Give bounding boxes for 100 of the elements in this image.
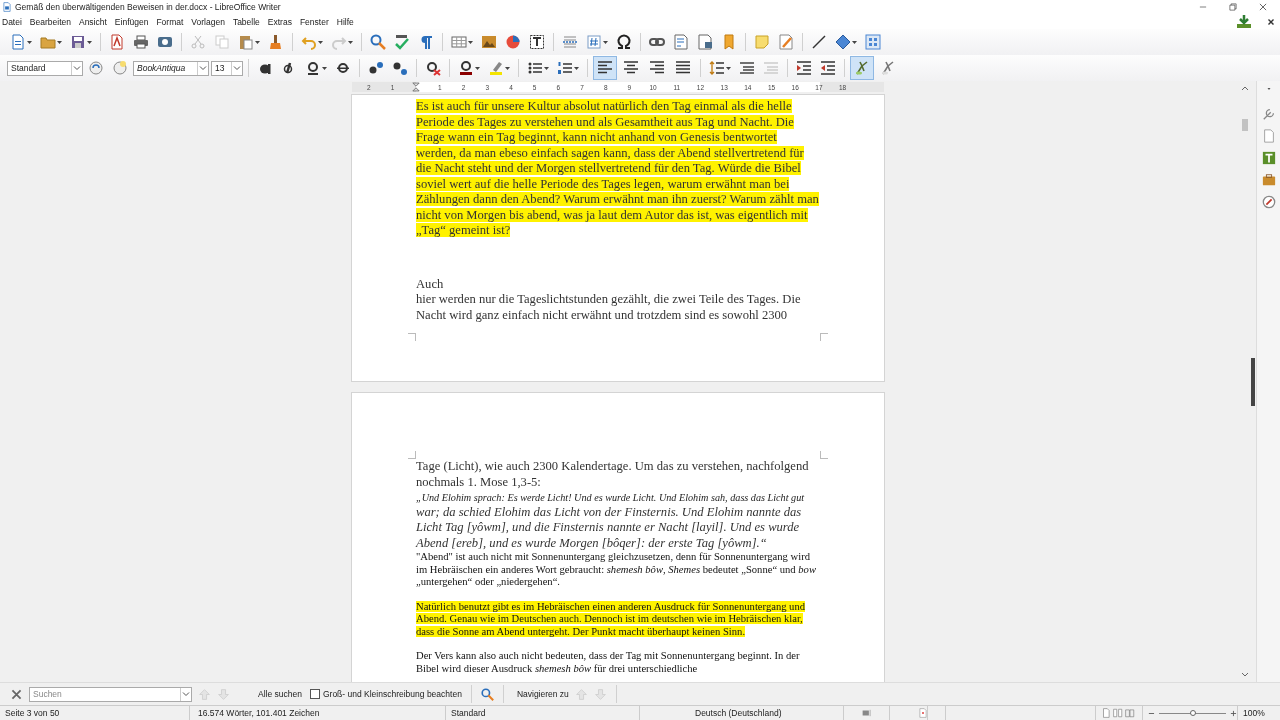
line-spacing-icon[interactable] bbox=[709, 60, 725, 76]
pdf-export-icon[interactable] bbox=[109, 34, 125, 50]
sidebar-handle[interactable] bbox=[1251, 357, 1255, 406]
pilcrow-icon[interactable] bbox=[418, 34, 434, 50]
clear-formatting-icon[interactable] bbox=[425, 60, 441, 76]
endnote-icon[interactable] bbox=[697, 34, 713, 50]
selection-mode-icon[interactable] bbox=[861, 708, 872, 718]
align-center-icon[interactable] bbox=[623, 60, 639, 76]
align-left-icon[interactable] bbox=[597, 60, 613, 76]
margin-corner-mark bbox=[820, 451, 828, 459]
word-count[interactable]: 16.574 Wörter, 101.401 Zeichen bbox=[190, 706, 446, 720]
bookmark-icon[interactable] bbox=[721, 34, 737, 50]
restore-icon[interactable] bbox=[1228, 2, 1238, 12]
caret-icon[interactable] bbox=[57, 40, 62, 44]
paragraph-spacing-icon[interactable] bbox=[739, 60, 755, 76]
align-right-icon[interactable] bbox=[649, 60, 665, 76]
pie-chart-icon[interactable] bbox=[505, 34, 521, 50]
shapes-grid-icon[interactable] bbox=[865, 34, 881, 50]
zoom-level[interactable]: 100% bbox=[1238, 706, 1280, 720]
wrench-icon[interactable] bbox=[1261, 107, 1276, 121]
scroll-down-icon[interactable] bbox=[1241, 672, 1249, 678]
caret-icon[interactable] bbox=[726, 66, 731, 70]
find-all-button[interactable]: Alle suchen bbox=[256, 687, 304, 701]
font-name-dropdown[interactable]: BookAntiqua bbox=[133, 60, 209, 76]
line-icon[interactable] bbox=[811, 34, 827, 50]
caret-icon[interactable] bbox=[475, 66, 480, 70]
compass-icon[interactable] bbox=[1261, 195, 1276, 209]
printer-icon[interactable] bbox=[133, 34, 149, 50]
menu-item[interactable]: Hilfe bbox=[336, 16, 354, 27]
pen-icon[interactable] bbox=[854, 60, 870, 76]
menu-item[interactable]: Format bbox=[156, 16, 184, 27]
pen-icon[interactable] bbox=[880, 60, 896, 76]
clipboard-icon[interactable] bbox=[238, 34, 254, 50]
omega-icon[interactable] bbox=[616, 34, 632, 50]
paragraph: "Abend" ist auch nicht mit Sonnenuntergang gleichzusetzen, denn für Sonnenuntergang wird im Hebräischen ein anderes Wort gebraucht: shemesh bôw, Shemes bedeutet „Sonne“ und bow „untergehen“ oder „niedergehen“. bbox=[416, 551, 817, 589]
save-icon[interactable] bbox=[70, 34, 86, 50]
window-title: Gemäß den überwältigenden Beweisen in der.docx - LibreOffice Writer bbox=[15, 2, 281, 12]
track-changes-icon[interactable] bbox=[778, 34, 794, 50]
caret-icon[interactable] bbox=[27, 40, 32, 44]
font-color-icon[interactable] bbox=[458, 60, 474, 76]
caret-icon[interactable] bbox=[603, 40, 608, 44]
caret-icon[interactable] bbox=[505, 66, 510, 70]
menu-item[interactable]: Vorlagen bbox=[191, 16, 225, 27]
checkbox[interactable] bbox=[309, 689, 320, 699]
paintbrush-icon[interactable] bbox=[268, 34, 284, 50]
bullet-list-icon[interactable] bbox=[527, 60, 543, 76]
caret-icon[interactable] bbox=[468, 40, 473, 44]
search-combo[interactable]: Suchen bbox=[29, 686, 192, 702]
field-icon[interactable] bbox=[586, 34, 602, 50]
scroll-up-icon[interactable] bbox=[1241, 85, 1249, 91]
gallery-icon[interactable] bbox=[1261, 173, 1276, 187]
navigate-label: Navigieren zu bbox=[516, 689, 569, 699]
page-count[interactable]: Seite 3 von 50 bbox=[0, 706, 190, 720]
menu-item[interactable]: Datei bbox=[2, 16, 22, 27]
text-box-icon[interactable] bbox=[529, 34, 545, 50]
menu-item[interactable]: Extras bbox=[267, 16, 292, 27]
find-replace-icon[interactable] bbox=[370, 34, 386, 50]
justify-icon[interactable] bbox=[675, 60, 691, 76]
document-modified-icon[interactable] bbox=[918, 708, 928, 718]
footnote-icon[interactable] bbox=[673, 34, 689, 50]
language[interactable]: Deutsch (Deutschland) bbox=[640, 706, 844, 720]
scrollbar-thumb[interactable] bbox=[1242, 119, 1248, 131]
caret-icon[interactable] bbox=[322, 66, 327, 70]
indent-decrease-icon[interactable] bbox=[820, 60, 836, 76]
paragraph-style-dropdown[interactable]: Standard bbox=[7, 60, 83, 76]
image-icon[interactable] bbox=[481, 34, 497, 50]
indent-increase-icon[interactable] bbox=[796, 60, 812, 76]
numbered-list-icon[interactable] bbox=[557, 60, 573, 76]
page-break-icon[interactable] bbox=[562, 34, 578, 50]
spellcheck-icon[interactable] bbox=[394, 34, 410, 50]
indent-marker-icon[interactable] bbox=[412, 82, 421, 92]
close-icon[interactable] bbox=[1266, 16, 1276, 27]
page-style[interactable]: Standard bbox=[446, 706, 640, 720]
paragraph: war; da schied Elohim das Licht von der Finsternis. Und Elohim nannte das Licht Tag [yôwm], und die Finsternis nannte er Nacht [layil]. Und es wurde Abend [ereb], und es wurde Morgen [bôqer]: der erste Tag [yôwm].“ bbox=[416, 504, 803, 551]
caret-icon[interactable] bbox=[318, 40, 323, 44]
download-icon[interactable] bbox=[1236, 13, 1252, 30]
styles-icon[interactable] bbox=[1261, 151, 1276, 165]
caret-icon[interactable] bbox=[255, 40, 260, 44]
paragraph: Tage (Licht), wie auch 2300 Kalendertage. Um das zu verstehen, nachfolgend nochmals 1. Mose 1,3-5: bbox=[416, 459, 810, 490]
diamond-icon[interactable] bbox=[835, 34, 851, 50]
caret-icon[interactable] bbox=[87, 40, 92, 44]
caret-icon[interactable] bbox=[348, 40, 353, 44]
close-icon[interactable] bbox=[1258, 2, 1268, 12]
plus-icon[interactable] bbox=[1230, 709, 1237, 717]
menu-item[interactable]: Tabelle bbox=[232, 16, 260, 27]
menu-item[interactable]: Einfügen bbox=[114, 16, 149, 27]
find-replace-icon[interactable] bbox=[480, 687, 494, 701]
zoom-slider-thumb[interactable] bbox=[1189, 709, 1196, 716]
paragraph: Der Vers kann also auch nicht bedeuten, dass der Tag mit Sonnenuntergang beginnt. In der Bibel wird dieser Ausdruck shemesh bôw für drei unterschiedliche bbox=[416, 650, 801, 675]
font-size-dropdown[interactable]: 13 bbox=[211, 60, 243, 76]
menu-item[interactable]: Ansicht bbox=[78, 16, 107, 27]
caret-icon[interactable] bbox=[544, 66, 549, 70]
new-document-icon[interactable] bbox=[10, 34, 26, 50]
checkbox-label[interactable]: Groß- und Kleinschreibung beachten bbox=[322, 689, 462, 699]
print-preview-icon[interactable] bbox=[157, 34, 173, 50]
menu-item[interactable]: Bearbeiten bbox=[29, 16, 71, 27]
caret-icon[interactable] bbox=[852, 40, 857, 44]
caret-icon[interactable] bbox=[574, 66, 579, 70]
underline-icon[interactable] bbox=[305, 60, 321, 76]
menu-item[interactable]: Fenster bbox=[299, 16, 329, 27]
